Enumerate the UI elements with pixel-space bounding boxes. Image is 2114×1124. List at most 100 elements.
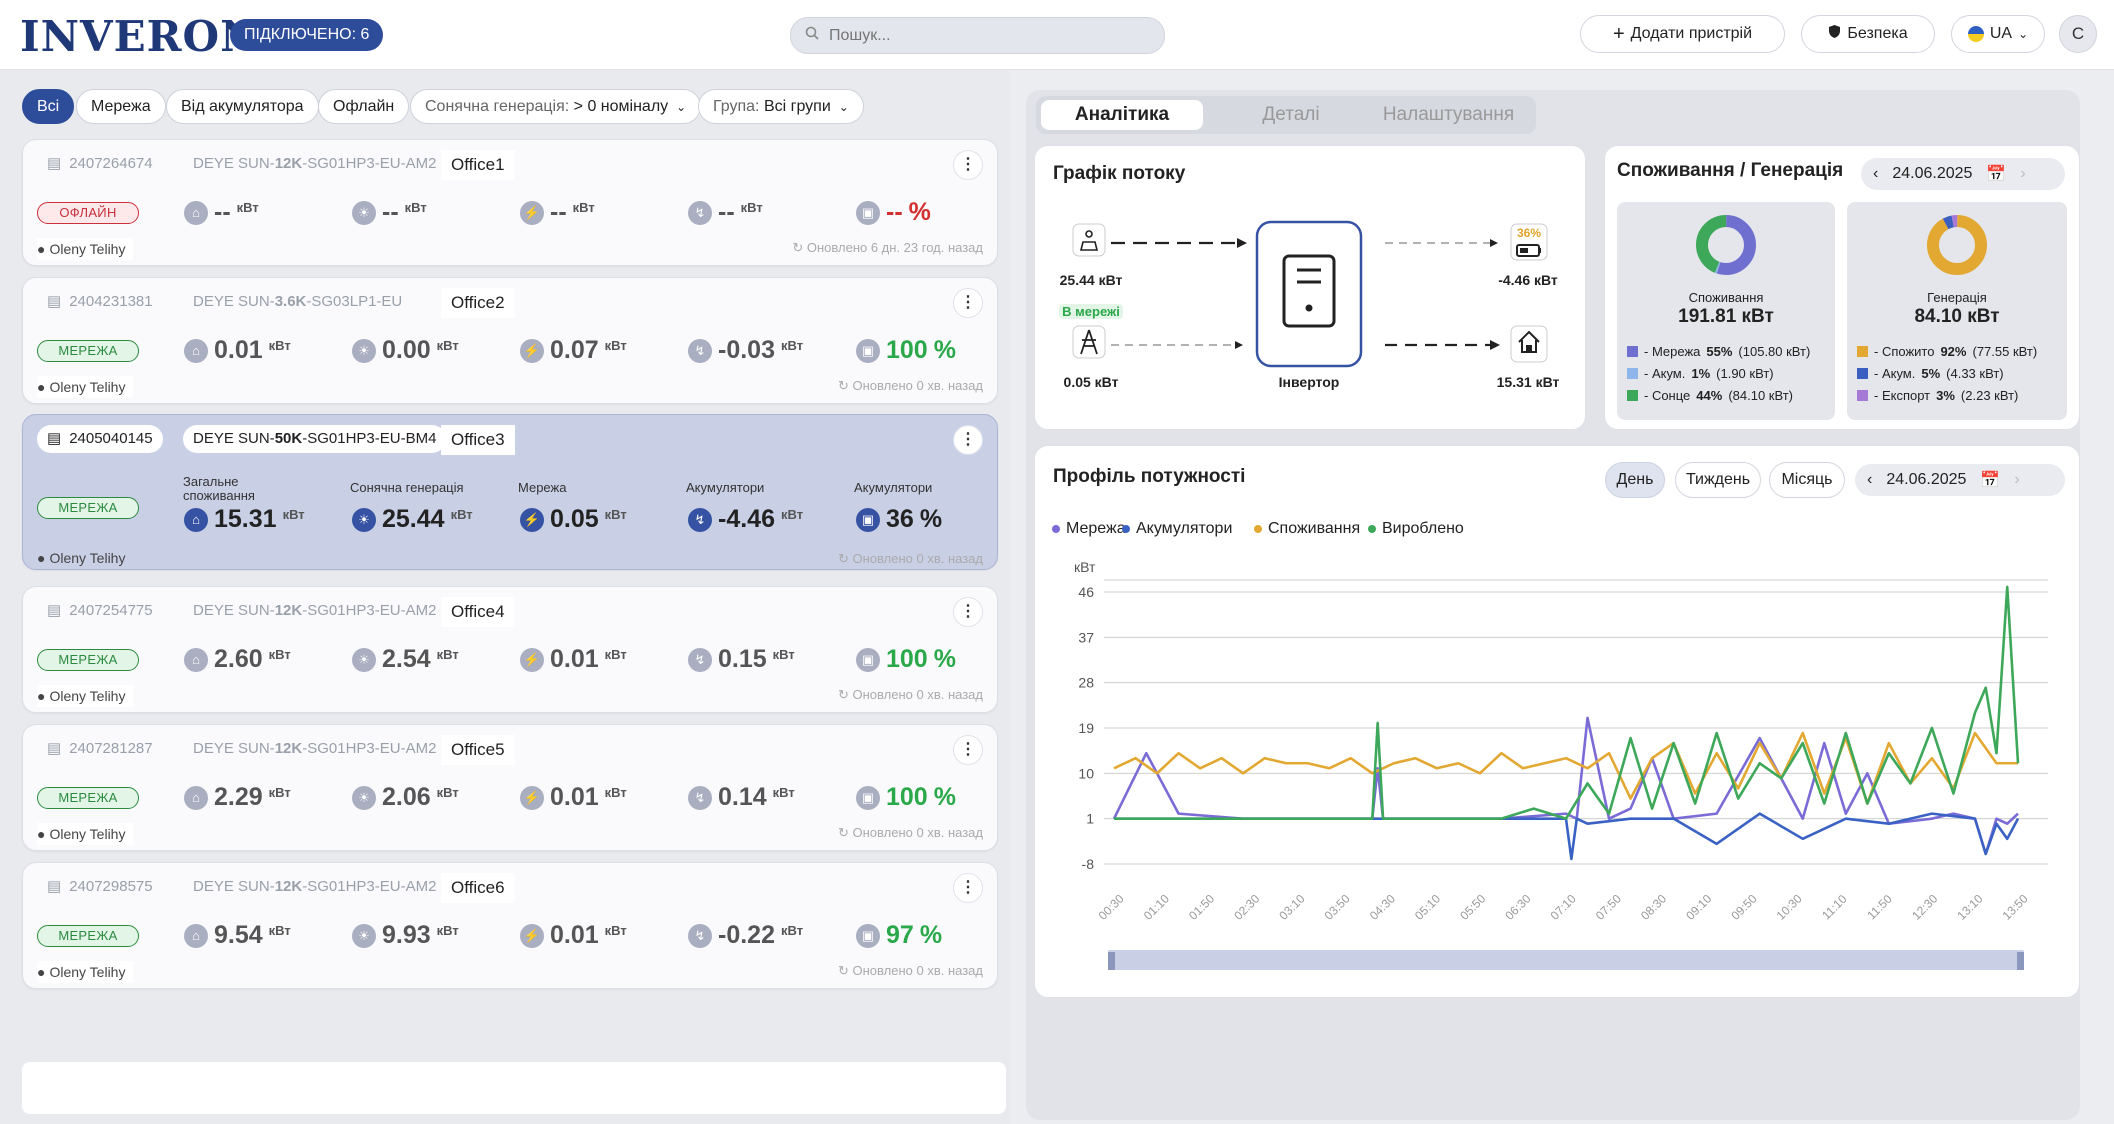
last-updated: ↻ Оновлено 0 хв. назад <box>838 963 983 978</box>
metric-grid: ⚡ 0.07 кВт <box>520 336 627 365</box>
device-icon: ▤ <box>47 740 62 757</box>
chevron-right-icon[interactable]: › <box>2014 471 2019 489</box>
device-name: Office3 <box>441 425 515 455</box>
location-pin-icon: ● <box>37 241 46 257</box>
more-menu-button[interactable]: ⋮ <box>953 288 983 318</box>
metric-solar: ☀ 9.93 кВт <box>352 921 459 950</box>
home-icon: ⌂ <box>184 647 208 672</box>
consumption-label: Споживання <box>1688 290 1764 305</box>
legend-row: - Спожито 92% (77.55 кВт) <box>1857 344 2037 359</box>
metric-solar: ☀ -- кВт <box>352 198 427 227</box>
last-updated: ↻ Оновлено 0 хв. назад <box>838 687 983 702</box>
consgen-date-picker[interactable]: ‹ 24.06.2025 📅 › <box>1861 158 2065 190</box>
device-card[interactable]: ▤ 2407254775 DEYE SUN-12K-SG01HP3-EU-AM2 Of… <box>22 586 998 713</box>
security-button[interactable]: Безпека <box>1801 15 1935 53</box>
flow-grid-badge: В мережі <box>1059 304 1123 319</box>
chart-legend-item[interactable]: Споживання <box>1254 520 1360 538</box>
legend-row: - Акум. 1% (1.90 кВт) <box>1627 366 1774 381</box>
chart-legend-item[interactable]: Вироблено <box>1368 520 1464 538</box>
metric-battery: ↯ 0.14 кВт <box>688 783 795 812</box>
more-menu-button[interactable]: ⋮ <box>953 597 983 627</box>
unit-label: кВт <box>780 507 804 522</box>
chevron-down-icon: ⌄ <box>838 100 849 114</box>
metric-soc: ▣ 100% <box>856 783 956 812</box>
filter-grid[interactable]: Мережа <box>76 89 166 124</box>
chevron-right-icon[interactable]: › <box>2020 165 2025 183</box>
chevron-left-icon[interactable]: ‹ <box>1873 165 1878 183</box>
grid-icon: ⚡ <box>520 923 544 948</box>
more-menu-button[interactable]: ⋮ <box>953 873 983 903</box>
search-input[interactable] <box>829 26 1129 45</box>
device-serial: ▤ 2407264674 <box>37 150 163 178</box>
filter-battery[interactable]: Від акумулятора <box>166 89 319 124</box>
flow-panel: Графік потоку 25.44 кВт В мережі 0.05 кВ… <box>1034 145 1586 430</box>
battery-icon: ▣ <box>856 507 880 532</box>
status-badge: ОФЛАЙН <box>37 202 139 224</box>
chart-legend-item[interactable]: Мережа <box>1052 520 1126 538</box>
chart-legend-item[interactable]: Акумулятори <box>1122 520 1232 538</box>
device-icon: ▤ <box>47 878 62 895</box>
filter-solar[interactable]: Сонячна генерація: > 0 номіналу ⌄ <box>410 89 702 124</box>
connected-badge: ПІДКЛЮЧЕНО: 6 <box>230 19 384 51</box>
calendar-icon[interactable]: 📅 <box>1986 164 2006 184</box>
last-updated: ↻ Оновлено 6 дн. 23 год. назад <box>792 240 983 255</box>
filter-offline[interactable]: Офлайн <box>318 89 410 124</box>
calendar-icon[interactable]: 📅 <box>1980 470 2000 490</box>
period-week-button[interactable]: Тиждень <box>1675 462 1761 498</box>
search-box[interactable] <box>790 17 1165 54</box>
flow-battery-percent: 36% <box>1516 226 1542 240</box>
ua-flag-icon <box>1967 26 1984 42</box>
home-icon: ⌂ <box>184 923 208 948</box>
status-badge: МЕРЕЖА <box>37 787 139 809</box>
bottom-empty-area <box>22 1062 1006 1114</box>
add-device-button[interactable]: + Додати пристрій <box>1580 15 1785 53</box>
device-location: ● Oleny Telihy <box>37 823 134 845</box>
period-month-button[interactable]: Місяць <box>1769 462 1845 498</box>
grid-icon: ⚡ <box>520 647 544 672</box>
metric-consumption: ⌂ 0.01 кВт <box>184 336 291 365</box>
period-day-button[interactable]: День <box>1605 462 1665 498</box>
more-menu-button[interactable]: ⋮ <box>953 150 983 180</box>
consumption-value: 191.81 кВт <box>1678 306 1774 327</box>
filter-group[interactable]: Група: Всі групи ⌄ <box>698 89 864 124</box>
chevron-left-icon[interactable]: ‹ <box>1867 471 1872 489</box>
more-menu-button[interactable]: ⋮ <box>953 735 983 765</box>
metric-battery: ↯ 0.15 кВт <box>688 645 795 674</box>
legend-row: - Мережа 55% (105.80 кВт) <box>1627 344 1810 359</box>
y-tick-label: 19 <box>1078 720 1094 736</box>
metric-battery: ↯ -0.22 кВт <box>688 921 803 950</box>
metric-label-solar: Сонячна генерація <box>350 480 464 495</box>
metric-label-battery-soc: Акумулятори <box>854 480 933 495</box>
device-model: DEYE SUN-3.6K-SG03LP1-EU <box>193 293 403 310</box>
battery-flow-icon: ↯ <box>688 923 712 948</box>
device-card[interactable]: ▤ 2405040145 DEYE SUN-50K-SG01HP3-EU-BM4 Of… <box>22 414 998 570</box>
unit-label: кВт <box>604 647 627 662</box>
tab-analytics[interactable]: Аналітика <box>1041 100 1203 130</box>
legend-swatch <box>1627 390 1638 401</box>
x-tick-label: 01:50 <box>1186 891 1217 922</box>
legend-swatch <box>1627 368 1638 379</box>
status-badge: МЕРЕЖА <box>37 497 139 519</box>
battery-icon: ▣ <box>856 923 880 948</box>
profile-date-picker[interactable]: ‹ 24.06.2025 📅 › <box>1855 464 2065 496</box>
location-pin-icon: ● <box>37 826 46 842</box>
more-menu-button[interactable]: ⋮ <box>953 425 983 455</box>
tab-details[interactable]: Деталі <box>1221 100 1361 130</box>
legend-dot <box>1254 525 1262 533</box>
device-card[interactable]: ▤ 2407264674 DEYE SUN-12K-SG01HP3-EU-AM2 Of… <box>22 139 998 266</box>
consumption-subpanel: Споживання 191.81 кВт - Мережа 55% (105.… <box>1617 202 1835 420</box>
metric-solar: ☀ 2.06 кВт <box>352 783 459 812</box>
language-select[interactable]: UA ⌄ <box>1951 15 2045 53</box>
metric-label-battery-power: Акумулятори <box>686 480 765 495</box>
avatar[interactable]: C <box>2059 15 2097 53</box>
device-card[interactable]: ▤ 2407298575 DEYE SUN-12K-SG01HP3-EU-AM2 Of… <box>22 862 998 989</box>
home-icon: ⌂ <box>184 200 208 225</box>
tab-settings[interactable]: Налаштування <box>1366 100 1531 130</box>
device-card[interactable]: ▤ 2404231381 DEYE SUN-3.6K-SG03LP1-EU Offic… <box>22 277 998 404</box>
unit-label: кВт <box>436 785 459 800</box>
filter-all[interactable]: Всі <box>22 89 75 124</box>
device-model: DEYE SUN-12K-SG01HP3-EU-AM2 <box>193 155 437 172</box>
metric-soc: ▣ 100% <box>856 336 956 365</box>
device-card[interactable]: ▤ 2407281287 DEYE SUN-12K-SG01HP3-EU-AM2 Of… <box>22 724 998 851</box>
metric-solar: ☀ 0.00 кВт <box>352 336 459 365</box>
